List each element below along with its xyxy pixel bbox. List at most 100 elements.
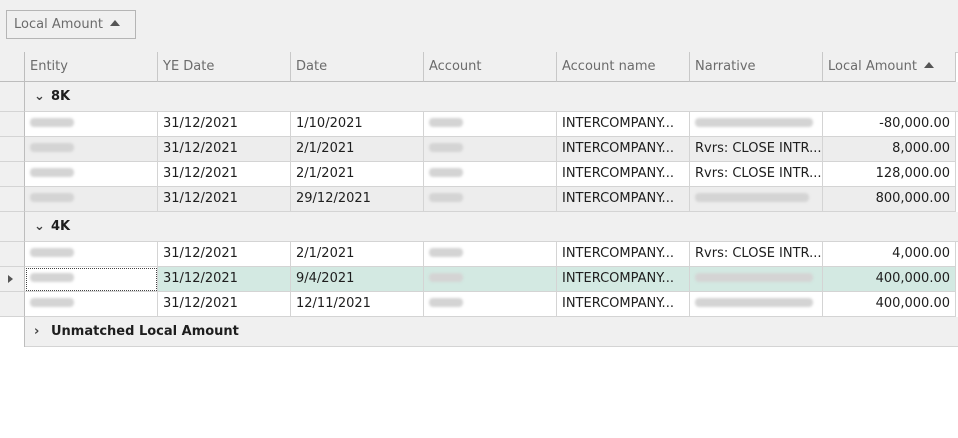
cell-narrative[interactable]: Rvrs: CLOSE INTR...	[690, 162, 823, 187]
cell-entity[interactable]	[25, 187, 158, 212]
cell-entity[interactable]	[25, 292, 158, 317]
row-indicator	[0, 82, 25, 112]
cell-date[interactable]: 1/10/2021	[291, 112, 424, 137]
cell-entity[interactable]	[25, 242, 158, 267]
cell-entity[interactable]	[25, 137, 158, 162]
chevron-down-icon[interactable]: ⌄	[34, 82, 48, 112]
redacted-text	[429, 168, 463, 177]
cell-account[interactable]	[424, 267, 557, 292]
cell-narrative[interactable]	[690, 292, 823, 317]
cell-account-name[interactable]: INTERCOMPANY...	[557, 242, 690, 267]
group-by-panel: Local Amount	[0, 0, 958, 53]
cell-local-amount[interactable]: 400,000.00	[823, 267, 956, 292]
row-indicator[interactable]	[0, 267, 25, 292]
table-row[interactable]: 31/12/2021 2/1/2021 INTERCOMPANY... Rvrs…	[0, 162, 958, 187]
cell-date[interactable]: 29/12/2021	[291, 187, 424, 212]
column-header-account-name[interactable]: Account name	[557, 52, 690, 82]
group-by-chip-label: Local Amount	[14, 17, 103, 32]
cell-narrative[interactable]	[690, 267, 823, 292]
cell-account-name[interactable]: INTERCOMPANY...	[557, 137, 690, 162]
row-indicator[interactable]	[0, 137, 25, 162]
redacted-text	[695, 118, 813, 127]
cell-date[interactable]: 2/1/2021	[291, 137, 424, 162]
cell-local-amount[interactable]: 4,000.00	[823, 242, 956, 267]
table-row[interactable]: 31/12/2021 2/1/2021 INTERCOMPANY... Rvrs…	[0, 137, 958, 162]
column-header-ye-date[interactable]: YE Date	[158, 52, 291, 82]
group-row-8k[interactable]: ⌄ 8K	[0, 82, 958, 112]
group-label: 4K	[51, 219, 71, 234]
redacted-text	[30, 298, 74, 307]
cell-local-amount[interactable]: 400,000.00	[823, 292, 956, 317]
cell-account[interactable]	[424, 242, 557, 267]
cell-ye-date[interactable]: 31/12/2021	[158, 242, 291, 267]
cell-ye-date[interactable]: 31/12/2021	[158, 162, 291, 187]
cell-account[interactable]	[424, 187, 557, 212]
cell-date[interactable]: 2/1/2021	[291, 162, 424, 187]
row-indicator[interactable]	[0, 162, 25, 187]
column-header-narrative[interactable]: Narrative	[690, 52, 823, 82]
cell-account[interactable]	[424, 162, 557, 187]
redacted-text	[429, 298, 463, 307]
cell-narrative[interactable]	[690, 187, 823, 212]
cell-ye-date[interactable]: 31/12/2021	[158, 267, 291, 292]
cell-entity[interactable]	[25, 162, 158, 187]
cell-date[interactable]: 2/1/2021	[291, 242, 424, 267]
group-row-unmatched-local-amount[interactable]: › Unmatched Local Amount	[0, 317, 958, 347]
cell-account-name[interactable]: INTERCOMPANY...	[557, 292, 690, 317]
row-indicator	[0, 317, 25, 347]
cell-local-amount[interactable]: 8,000.00	[823, 137, 956, 162]
cell-account[interactable]	[424, 292, 557, 317]
cell-entity[interactable]	[25, 112, 158, 137]
column-header-account[interactable]: Account	[424, 52, 557, 82]
row-indicator	[0, 212, 25, 242]
table-row-selected[interactable]: 31/12/2021 9/4/2021 INTERCOMPANY... 400,…	[0, 267, 958, 292]
current-row-arrow-icon	[8, 275, 13, 283]
column-header-date[interactable]: Date	[291, 52, 424, 82]
cell-local-amount[interactable]: 128,000.00	[823, 162, 956, 187]
group-label: Unmatched Local Amount	[51, 324, 239, 339]
cell-account-name[interactable]: INTERCOMPANY...	[557, 162, 690, 187]
cell-ye-date[interactable]: 31/12/2021	[158, 137, 291, 162]
column-header-local-amount[interactable]: Local Amount	[823, 52, 956, 82]
redacted-text	[695, 193, 809, 202]
column-header-entity[interactable]: Entity	[25, 52, 158, 82]
cell-account[interactable]	[424, 112, 557, 137]
group-label: 8K	[51, 89, 71, 104]
row-indicator[interactable]	[0, 242, 25, 267]
cell-ye-date[interactable]: 31/12/2021	[158, 292, 291, 317]
group-header[interactable]: ⌄ 4K	[25, 212, 958, 242]
cell-ye-date[interactable]: 31/12/2021	[158, 187, 291, 212]
redacted-text	[695, 298, 813, 307]
cell-local-amount[interactable]: 800,000.00	[823, 187, 956, 212]
chevron-down-icon[interactable]: ⌄	[34, 212, 48, 242]
chevron-right-icon[interactable]: ›	[34, 317, 48, 347]
table-row[interactable]: 31/12/2021 1/10/2021 INTERCOMPANY... -80…	[0, 112, 958, 137]
redacted-text	[30, 273, 74, 282]
cell-entity[interactable]	[25, 267, 158, 292]
row-indicator[interactable]	[0, 112, 25, 137]
cell-account-name[interactable]: INTERCOMPANY...	[557, 267, 690, 292]
group-header[interactable]: › Unmatched Local Amount	[25, 317, 958, 347]
cell-account[interactable]	[424, 137, 557, 162]
group-row-4k[interactable]: ⌄ 4K	[0, 212, 958, 242]
row-indicator[interactable]	[0, 187, 25, 212]
redacted-text	[429, 273, 463, 282]
group-by-chip-local-amount[interactable]: Local Amount	[6, 10, 136, 39]
row-indicator[interactable]	[0, 292, 25, 317]
cell-local-amount[interactable]: -80,000.00	[823, 112, 956, 137]
table-row[interactable]: 31/12/2021 12/11/2021 INTERCOMPANY... 40…	[0, 292, 958, 317]
cell-ye-date[interactable]: 31/12/2021	[158, 112, 291, 137]
cell-narrative[interactable]: Rvrs: CLOSE INTR...	[690, 137, 823, 162]
cell-narrative[interactable]: Rvrs: CLOSE INTR...	[690, 242, 823, 267]
cell-date[interactable]: 9/4/2021	[291, 267, 424, 292]
cell-date[interactable]: 12/11/2021	[291, 292, 424, 317]
redacted-text	[30, 143, 74, 152]
table-row[interactable]: 31/12/2021 29/12/2021 INTERCOMPANY... 80…	[0, 187, 958, 212]
redacted-text	[429, 143, 463, 152]
cell-account-name[interactable]: INTERCOMPANY...	[557, 112, 690, 137]
group-header[interactable]: ⌄ 8K	[25, 82, 958, 112]
table-row[interactable]: 31/12/2021 2/1/2021 INTERCOMPANY... Rvrs…	[0, 242, 958, 267]
cell-account-name[interactable]: INTERCOMPANY...	[557, 187, 690, 212]
cell-narrative[interactable]	[690, 112, 823, 137]
redacted-text	[695, 273, 813, 282]
